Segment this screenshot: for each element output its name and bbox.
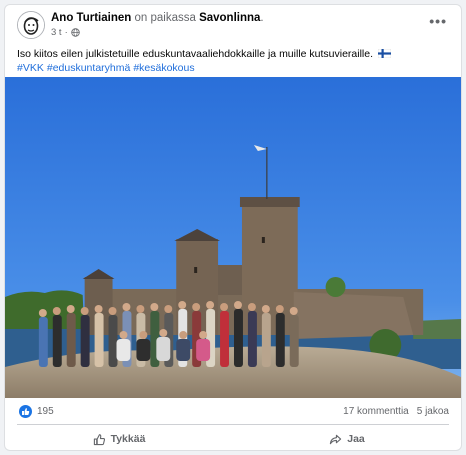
share-button[interactable]: Jaa [233, 426, 461, 450]
hashtag-link[interactable]: #kesäkokous [133, 62, 194, 74]
location-link[interactable]: Savonlinna [199, 12, 260, 24]
meta-separator: · [64, 27, 68, 38]
author-line: Ano Turtiainen on paikassa Savonlinna. [51, 12, 264, 24]
comment-count[interactable]: 17 kommenttia [343, 406, 409, 417]
post-time[interactable]: 3 t [51, 27, 62, 38]
hashtag-link[interactable]: #VKK [17, 62, 44, 74]
like-button[interactable]: Tykkää [5, 426, 233, 450]
comment-share-counts: 17 kommenttia 5 jakoa [343, 406, 449, 417]
hashtag-link[interactable]: #eduskuntaryhmä [47, 62, 130, 74]
reaction-stats: 195 17 kommenttia 5 jakoa [5, 401, 461, 423]
thumbs-up-icon [93, 433, 105, 445]
share-button-label: Jaa [347, 433, 365, 445]
post-meta: 3 t · [51, 27, 80, 38]
author-name[interactable]: Ano Turtiainen [51, 12, 131, 24]
post-header: Ano Turtiainen on paikassa Savonlinna. 3… [5, 5, 461, 43]
post-text: Iso kiitos eilen julkistetuille eduskunt… [17, 47, 457, 75]
finland-flag-icon [377, 49, 391, 58]
location-prefix: on paikassa [134, 12, 196, 24]
post-message: Iso kiitos eilen julkistetuille eduskunt… [17, 47, 457, 61]
post-photo[interactable] [5, 77, 461, 398]
more-options-icon[interactable]: ••• [429, 13, 447, 29]
castle-bastion [293, 292, 414, 339]
like-reaction-icon[interactable] [19, 405, 32, 418]
share-icon [330, 434, 342, 444]
post-message-text: Iso kiitos eilen julkistetuille eduskunt… [17, 48, 374, 60]
location-period: . [260, 12, 264, 24]
like-button-label: Tykkää [110, 433, 146, 445]
reaction-count[interactable]: 195 [37, 406, 54, 417]
author-avatar[interactable] [17, 11, 45, 39]
action-bar: Tykkää Jaa [5, 426, 461, 450]
globe-icon [71, 28, 80, 37]
action-divider [17, 424, 449, 425]
share-count[interactable]: 5 jakoa [417, 406, 449, 417]
post-card: Ano Turtiainen on paikassa Savonlinna. 3… [4, 4, 462, 451]
hashtag-list: #VKK #eduskuntaryhmä #kesäkokous [17, 61, 457, 75]
tower-tall-top [239, 197, 300, 207]
